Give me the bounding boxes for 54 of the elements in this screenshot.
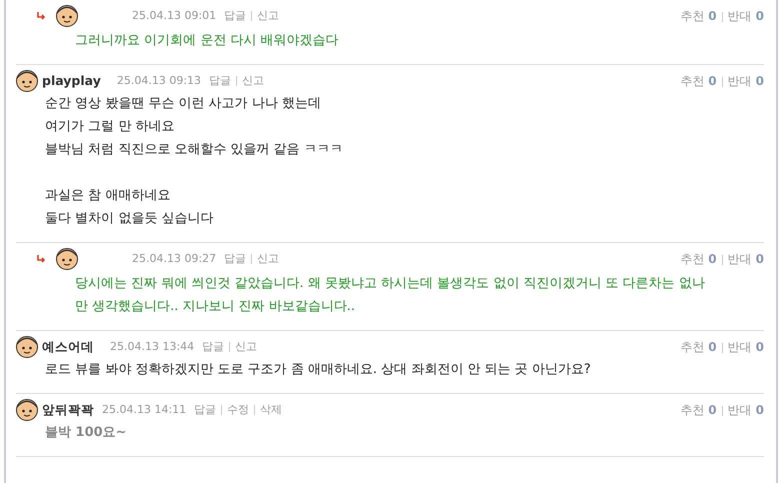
upvote-label[interactable]: 추천 xyxy=(680,252,704,266)
action-link[interactable]: 답글 xyxy=(209,74,232,87)
upvote-count: 0 xyxy=(708,403,717,417)
author-name[interactable]: playplay xyxy=(42,72,101,90)
upvote-label[interactable]: 추천 xyxy=(680,403,704,417)
downvote-label[interactable]: 반대 xyxy=(728,340,752,354)
comment-text: 로드 뷰를 봐야 정확하겠지만 도로 구조가 좀 애매하네요. 상대 좌회전이 안 되는 곳 아닌가요? xyxy=(45,361,592,379)
comment-text: 만 생각했습니다.. 지나보니 진짜 바보같습니다.. xyxy=(75,298,356,316)
comment-text: 블박님 처럼 직진으로 오해할수 있을꺼 같음 ㅋㅋㅋ xyxy=(45,141,344,159)
action-link[interactable]: 답글 xyxy=(202,340,224,353)
avatar-icon xyxy=(16,399,38,421)
comment-text: 둘다 별차이 없을듯 싶습니다 xyxy=(45,210,214,228)
avatar-icon xyxy=(16,336,38,358)
comment-text: 순간 영상 봤을땐 무슨 이런 사고가 나나 했는데 xyxy=(45,95,322,113)
action-link[interactable]: 답글 xyxy=(224,252,246,265)
downvote-count: 0 xyxy=(756,403,764,417)
downvote-count: 0 xyxy=(756,252,764,266)
action-link[interactable]: 신고 xyxy=(257,252,280,265)
avatar-icon xyxy=(56,5,78,27)
upvote-label[interactable]: 추천 xyxy=(680,9,704,23)
upvote-count: 0 xyxy=(708,252,717,266)
downvote-label[interactable]: 반대 xyxy=(728,9,752,23)
comment-date: 25.04.13 09:13 xyxy=(116,72,202,89)
author-name[interactable]: 앞뒤꽉꽉 xyxy=(42,400,94,420)
downvote-label[interactable]: 반대 xyxy=(728,74,752,88)
comment-date: 25.04.13 14:11 xyxy=(102,402,186,418)
upvote-count: 0 xyxy=(708,74,717,88)
downvote-count: 0 xyxy=(756,340,764,354)
action-link[interactable]: 신고 xyxy=(242,74,264,87)
downvote-count: 0 xyxy=(756,9,764,23)
downvote-count: 0 xyxy=(756,74,764,88)
author-name[interactable]: 예스어데 xyxy=(42,338,94,356)
downvote-label[interactable]: 반대 xyxy=(728,252,752,266)
action-link[interactable]: 답글 xyxy=(194,402,216,416)
upvote-label[interactable]: 추천 xyxy=(680,340,704,354)
comment-date: 25.04.13 13:44 xyxy=(110,338,194,355)
comment-text: 그러니까요 이기회에 운전 다시 배워야겠습다 xyxy=(75,32,340,50)
comment-text: 여기가 그럴 만 하네요 xyxy=(45,118,176,136)
comment-date: 25.04.13 09:01 xyxy=(132,8,216,24)
action-link[interactable]: 삭제 xyxy=(260,402,282,416)
action-link[interactable]: 답글 xyxy=(224,8,246,22)
downvote-label[interactable]: 반대 xyxy=(728,403,752,417)
comment-text: 블박 100요~ xyxy=(45,424,128,442)
comment-text: 과실은 참 애매하네요 xyxy=(45,187,172,205)
avatar-icon xyxy=(56,248,78,270)
avatar-icon xyxy=(16,70,38,92)
action-link[interactable]: 수정 xyxy=(227,402,250,416)
action-link[interactable]: 신고 xyxy=(235,340,258,353)
upvote-count: 0 xyxy=(708,9,717,23)
comment-text: 당시에는 진짜 뭐에 씌인것 같았습니다. 왜 못봤냐고 하시는데 볼생각도 없이 직진이겠거니 또 다른차는 없나 xyxy=(75,275,706,293)
upvote-count: 0 xyxy=(708,340,717,354)
upvote-label[interactable]: 추천 xyxy=(680,74,704,88)
action-link[interactable]: 신고 xyxy=(257,8,280,22)
comment-date: 25.04.13 09:27 xyxy=(132,250,216,267)
